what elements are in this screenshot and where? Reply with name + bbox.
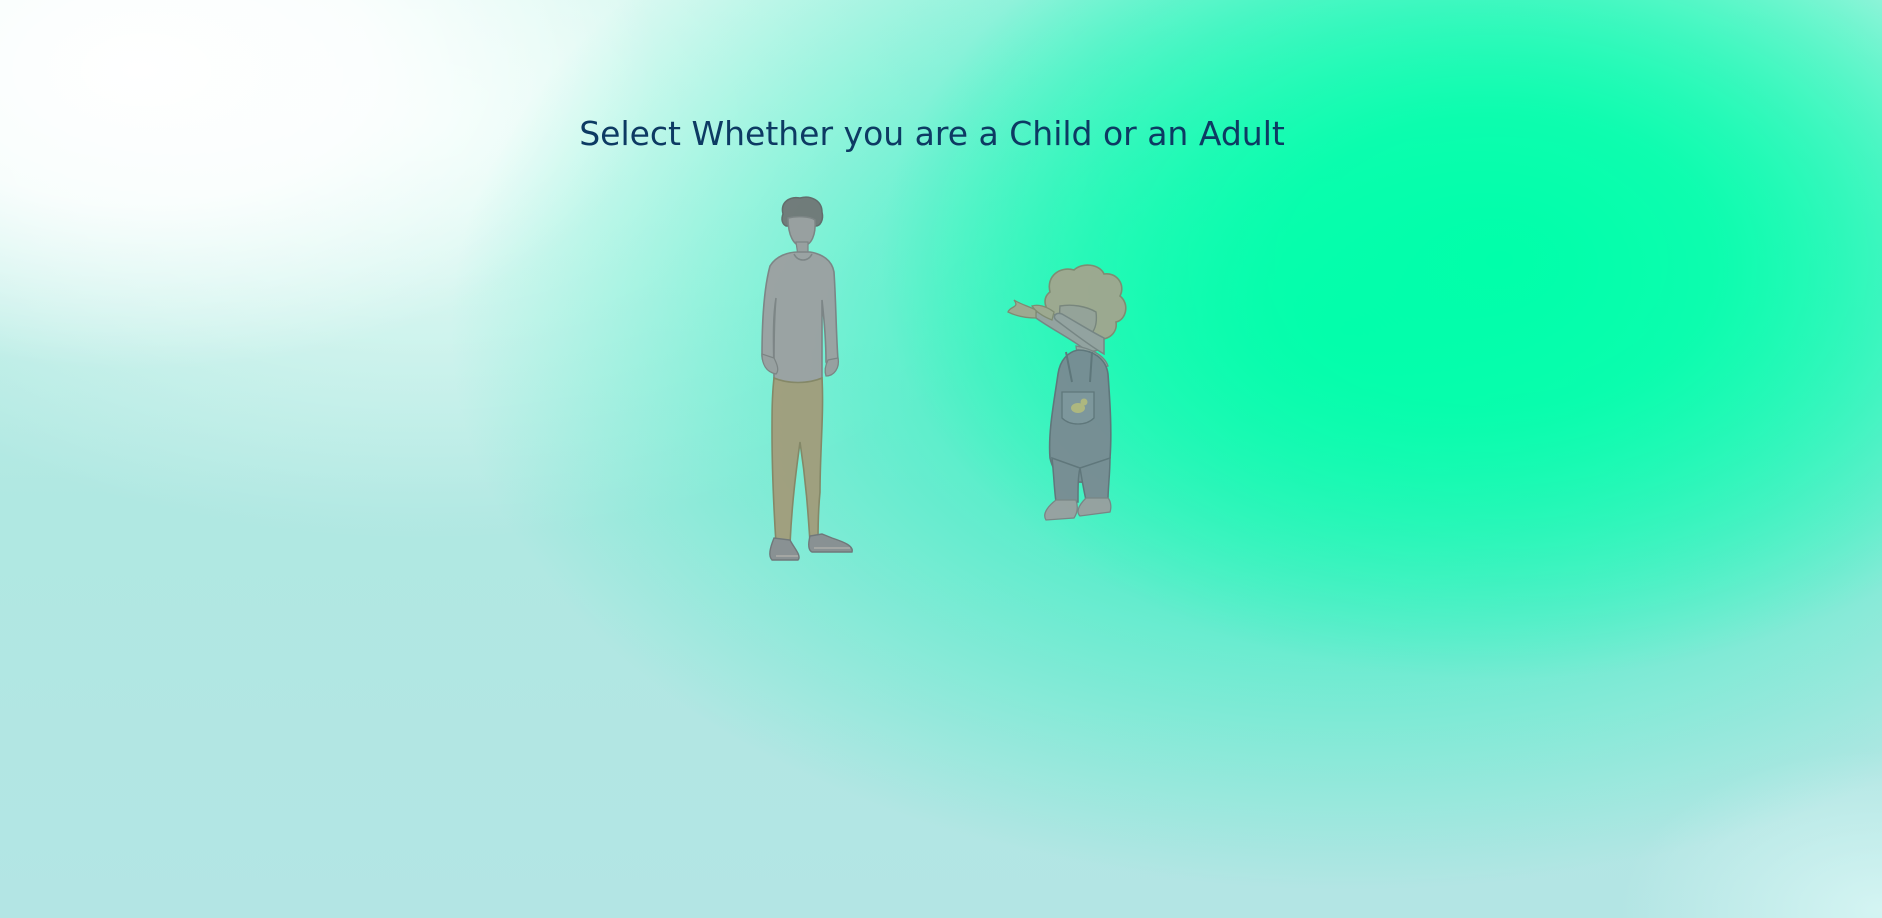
child-figure-icon [1007,264,1127,521]
child-option-button[interactable] [980,262,1152,546]
adult-option-button[interactable] [736,192,866,564]
adult-figure-icon [761,196,853,561]
page-title: Select Whether you are a Child or an Adu… [579,114,1285,153]
